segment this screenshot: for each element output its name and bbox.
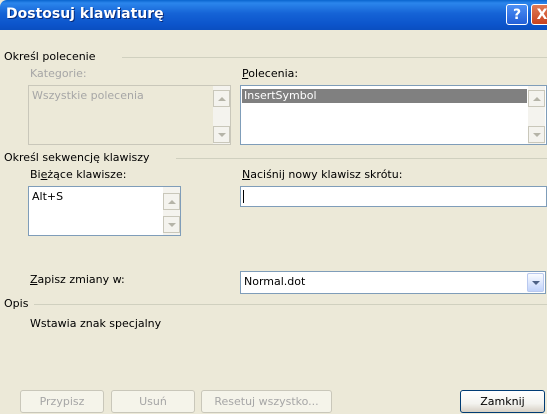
arrow-up-icon [532, 96, 541, 101]
current-keys-listbox[interactable]: Alt+S [28, 186, 181, 236]
text-caret [243, 190, 244, 203]
window-title: Dostosuj klawiaturę [6, 6, 164, 22]
close-window-button[interactable]: X [531, 4, 547, 25]
title-bar[interactable]: Dostosuj klawiaturę ? X [0, 0, 547, 30]
current-keys-label: Bieżące klawisze: [30, 168, 127, 181]
arrow-down-icon [217, 132, 226, 137]
key-sequence-heading: Określ sekwencję klawiszy [4, 151, 150, 164]
new-shortcut-input[interactable] [240, 186, 547, 207]
categories-label: Kategorie: [30, 67, 87, 80]
scroll-down-button[interactable] [528, 126, 545, 143]
group-divider [176, 158, 547, 159]
commands-item-selected[interactable]: InsertSymbol [242, 89, 527, 103]
specify-command-heading: Określ polecenie [4, 50, 96, 63]
categories-item: Wszystkie polecenia [32, 89, 144, 102]
new-shortcut-label: Naciśnij nowy klawisz skrótu: [242, 168, 403, 181]
reset-all-button[interactable]: Resetuj wszystko... [201, 390, 332, 413]
dropdown-button[interactable] [527, 273, 544, 292]
remove-button[interactable]: Usuń [111, 390, 195, 413]
assign-button[interactable]: Przypisz [20, 390, 104, 413]
scroll-up-button[interactable] [528, 90, 545, 107]
categories-scrollbar [213, 86, 230, 144]
customize-keyboard-dialog: Dostosuj klawiaturę ? X Określ polecenie… [0, 0, 547, 414]
save-in-value: Normal.dot [244, 275, 306, 288]
group-divider [122, 57, 547, 58]
save-in-dropdown[interactable]: Normal.dot [240, 271, 546, 294]
commands-listbox[interactable]: InsertSymbol [240, 85, 547, 145]
current-keys-scrollbar[interactable] [163, 187, 180, 235]
scroll-down-button [213, 126, 230, 143]
arrow-down-icon [532, 132, 541, 137]
close-button[interactable]: Zamknij [460, 390, 545, 413]
arrow-up-icon [217, 96, 226, 101]
arrow-up-icon [167, 199, 176, 204]
help-button[interactable]: ? [506, 4, 528, 25]
description-heading: Opis [4, 297, 29, 310]
scroll-up-button [213, 90, 230, 107]
arrow-down-icon [167, 222, 176, 227]
commands-scrollbar[interactable] [528, 86, 545, 144]
current-keys-item[interactable]: Alt+S [30, 190, 63, 204]
description-text: Wstawia znak specjalny [30, 317, 162, 330]
scroll-up-button[interactable] [163, 193, 180, 210]
scroll-down-button[interactable] [163, 216, 180, 233]
commands-label: Polecenia: [242, 67, 299, 80]
categories-listbox: Wszystkie polecenia [28, 85, 231, 145]
chevron-down-icon [531, 280, 540, 285]
group-divider [34, 304, 547, 305]
save-in-label: Zapisz zmiany w: [30, 273, 125, 286]
